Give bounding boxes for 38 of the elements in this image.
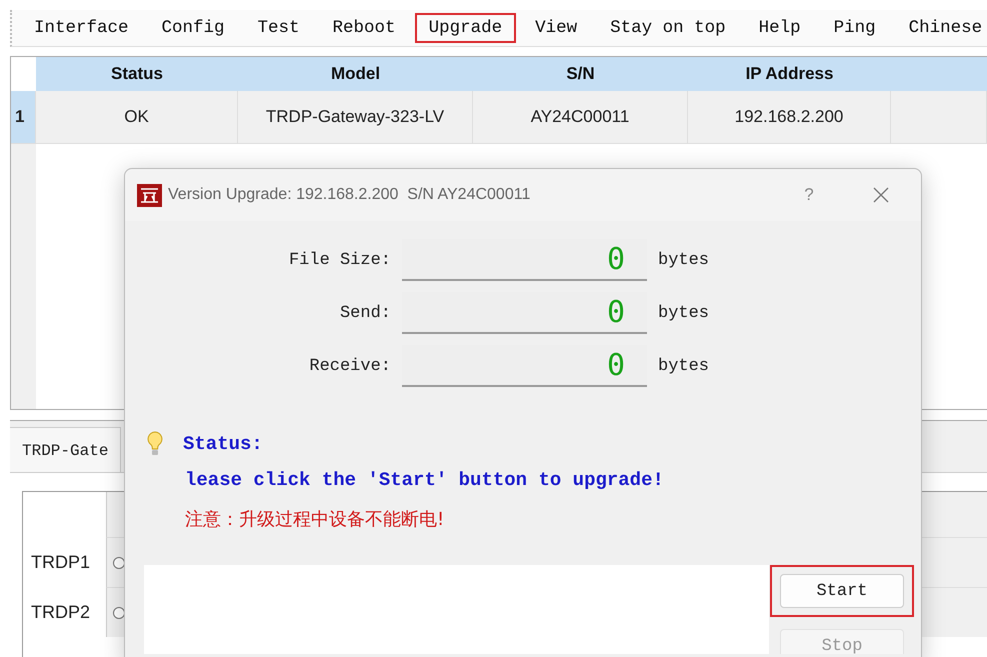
radio-button[interactable] [113, 556, 125, 568]
menu-item[interactable]: Reboot [318, 13, 410, 43]
lightbulb-icon [147, 431, 163, 457]
field-label: File Size: [288, 250, 391, 272]
menu-item[interactable]: Upgrade [414, 13, 516, 43]
menu-item[interactable]: Chinese [894, 13, 987, 43]
field-label: Send: [338, 302, 391, 324]
panel-tab[interactable]: TRDP-Gate [10, 427, 122, 472]
menu-item[interactable]: Interface [20, 13, 143, 43]
column-header[interactable]: IP Address [688, 57, 891, 91]
menu-item[interactable]: Help [744, 13, 815, 43]
radio-button[interactable] [113, 606, 125, 618]
table-cell: OK [36, 91, 238, 143]
unit-label: bytes [658, 302, 710, 324]
menu-item[interactable]: Stay on top [596, 13, 740, 43]
row-label: TRDP1 [30, 550, 92, 574]
status-label: Status: [183, 433, 263, 455]
window-title: Version Upgrade: 192.168.2.200 S/N AY24C00011 [168, 186, 532, 204]
menu-item[interactable]: Ping [820, 13, 890, 43]
warning-text: 注意：升级过程中设备不能断电! [185, 508, 446, 531]
table-cell: AY24C00011 [473, 91, 688, 143]
column-header[interactable]: S/N [473, 57, 688, 91]
close-icon[interactable] [873, 187, 889, 203]
row-number: 1 [11, 91, 36, 143]
menu-item[interactable]: View [521, 13, 592, 43]
menu-item[interactable]: Test [244, 13, 314, 43]
menu-item[interactable]: Config [148, 13, 239, 43]
row-label: TRDP2 [30, 600, 92, 624]
start-button[interactable]: Start [780, 574, 904, 608]
field-label: Receive: [308, 356, 391, 378]
unit-label: bytes [658, 250, 710, 272]
unit-label: bytes [658, 356, 710, 378]
column-header[interactable]: Status [36, 57, 238, 91]
status-message: lease click the 'Start' button to upgrade! [185, 469, 665, 491]
table-cell: 192.168.2.200 [688, 91, 891, 143]
logo-icon [137, 184, 162, 206]
column-header[interactable]: Model [238, 57, 473, 91]
table-cell: TRDP-Gateway-323-LV [238, 91, 473, 143]
